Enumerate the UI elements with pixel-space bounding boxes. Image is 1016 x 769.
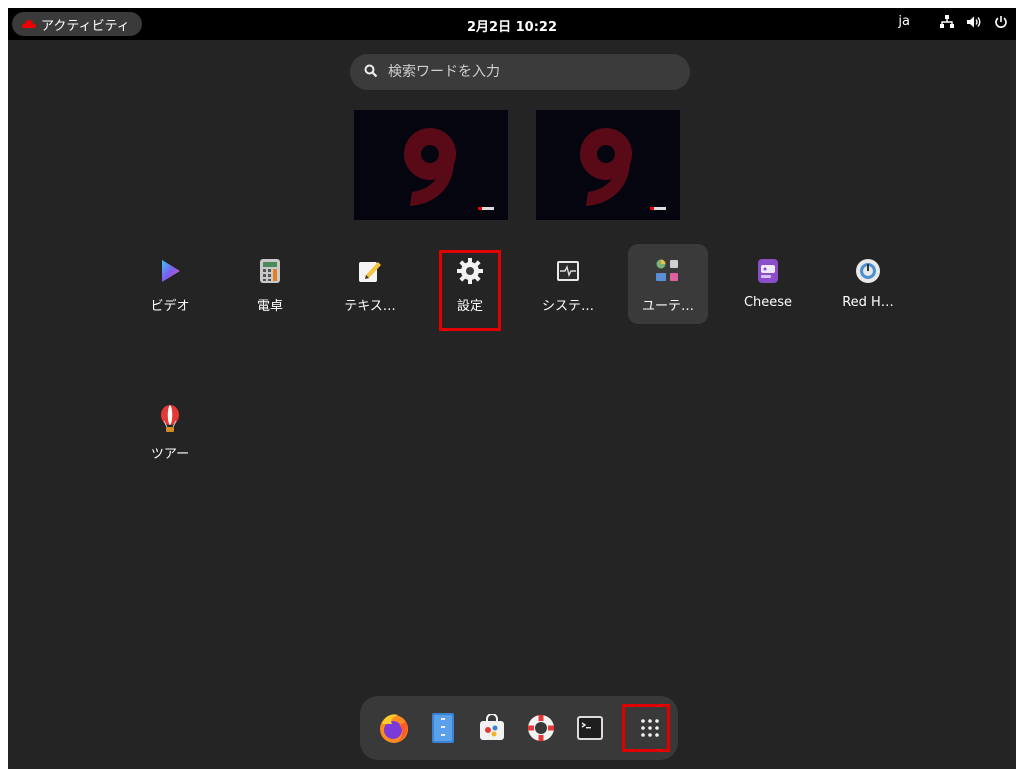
- help-icon[interactable]: [523, 710, 559, 746]
- settings-highlight-box: [439, 250, 501, 331]
- input-source-indicator[interactable]: ja: [898, 14, 910, 29]
- wallpaper-logo: [478, 207, 494, 210]
- video-icon: [155, 256, 185, 286]
- system-tray: ja: [898, 14, 1008, 29]
- clock-label[interactable]: 2月2日 10:22: [467, 20, 557, 35]
- app-tour[interactable]: ツアー: [130, 392, 210, 472]
- workspace-thumbnail-1[interactable]: [354, 110, 508, 220]
- app-label: ユーテ…: [641, 299, 694, 314]
- app-label: Red H…: [842, 295, 894, 310]
- search-input[interactable]: [388, 64, 658, 80]
- system-monitor-icon: [553, 256, 583, 286]
- software-icon[interactable]: [474, 710, 510, 746]
- red-hat-insights-icon: [853, 256, 883, 286]
- app-red-hat-insights[interactable]: Red H…: [828, 244, 908, 324]
- utilities-folder-icon: [653, 256, 683, 286]
- power-icon[interactable]: [994, 15, 1008, 29]
- app-calculator[interactable]: 電卓: [230, 244, 310, 324]
- wallpaper-logo: [650, 207, 666, 210]
- terminal-icon[interactable]: [572, 710, 608, 746]
- top-bar: アクティビティ 2月2日 10:22 ja: [8, 8, 1016, 40]
- clock: 2月2日 10:22: [8, 16, 1016, 35]
- network-icon[interactable]: [940, 14, 954, 29]
- app-utilities-folder[interactable]: ユーテ…: [628, 244, 708, 324]
- app-label: ツアー: [150, 447, 190, 462]
- calculator-icon: [255, 256, 285, 286]
- app-text-editor[interactable]: テキス…: [330, 244, 410, 324]
- volume-icon[interactable]: [966, 15, 982, 29]
- files-icon[interactable]: [425, 710, 461, 746]
- workspace-thumbnail-2[interactable]: [536, 110, 680, 220]
- cheese-icon: [753, 256, 783, 286]
- firefox-icon[interactable]: [376, 710, 412, 746]
- app-cheese[interactable]: Cheese: [728, 244, 808, 324]
- tour-balloon-icon: [155, 404, 185, 434]
- app-video[interactable]: ビデオ: [130, 244, 210, 324]
- search-bar[interactable]: [350, 54, 690, 90]
- rhel-9-wallpaper: [404, 128, 456, 206]
- desktop-overview: アクティビティ 2月2日 10:22 ja 検索ワードを入力 ビデオ 電卓 テキ…: [8, 8, 1016, 769]
- app-label: テキス…: [344, 299, 396, 314]
- app-label: システ…: [541, 299, 594, 314]
- dock: [360, 696, 678, 760]
- rhel-9-wallpaper: [580, 128, 632, 206]
- app-system-monitor[interactable]: システ…: [528, 244, 608, 324]
- app-label: 電卓: [256, 299, 283, 314]
- text-editor-icon: [355, 256, 385, 286]
- search-icon: [364, 63, 378, 82]
- app-label: ビデオ: [150, 299, 190, 314]
- app-label: Cheese: [743, 295, 793, 310]
- show-apps-highlight-box: [622, 704, 670, 752]
